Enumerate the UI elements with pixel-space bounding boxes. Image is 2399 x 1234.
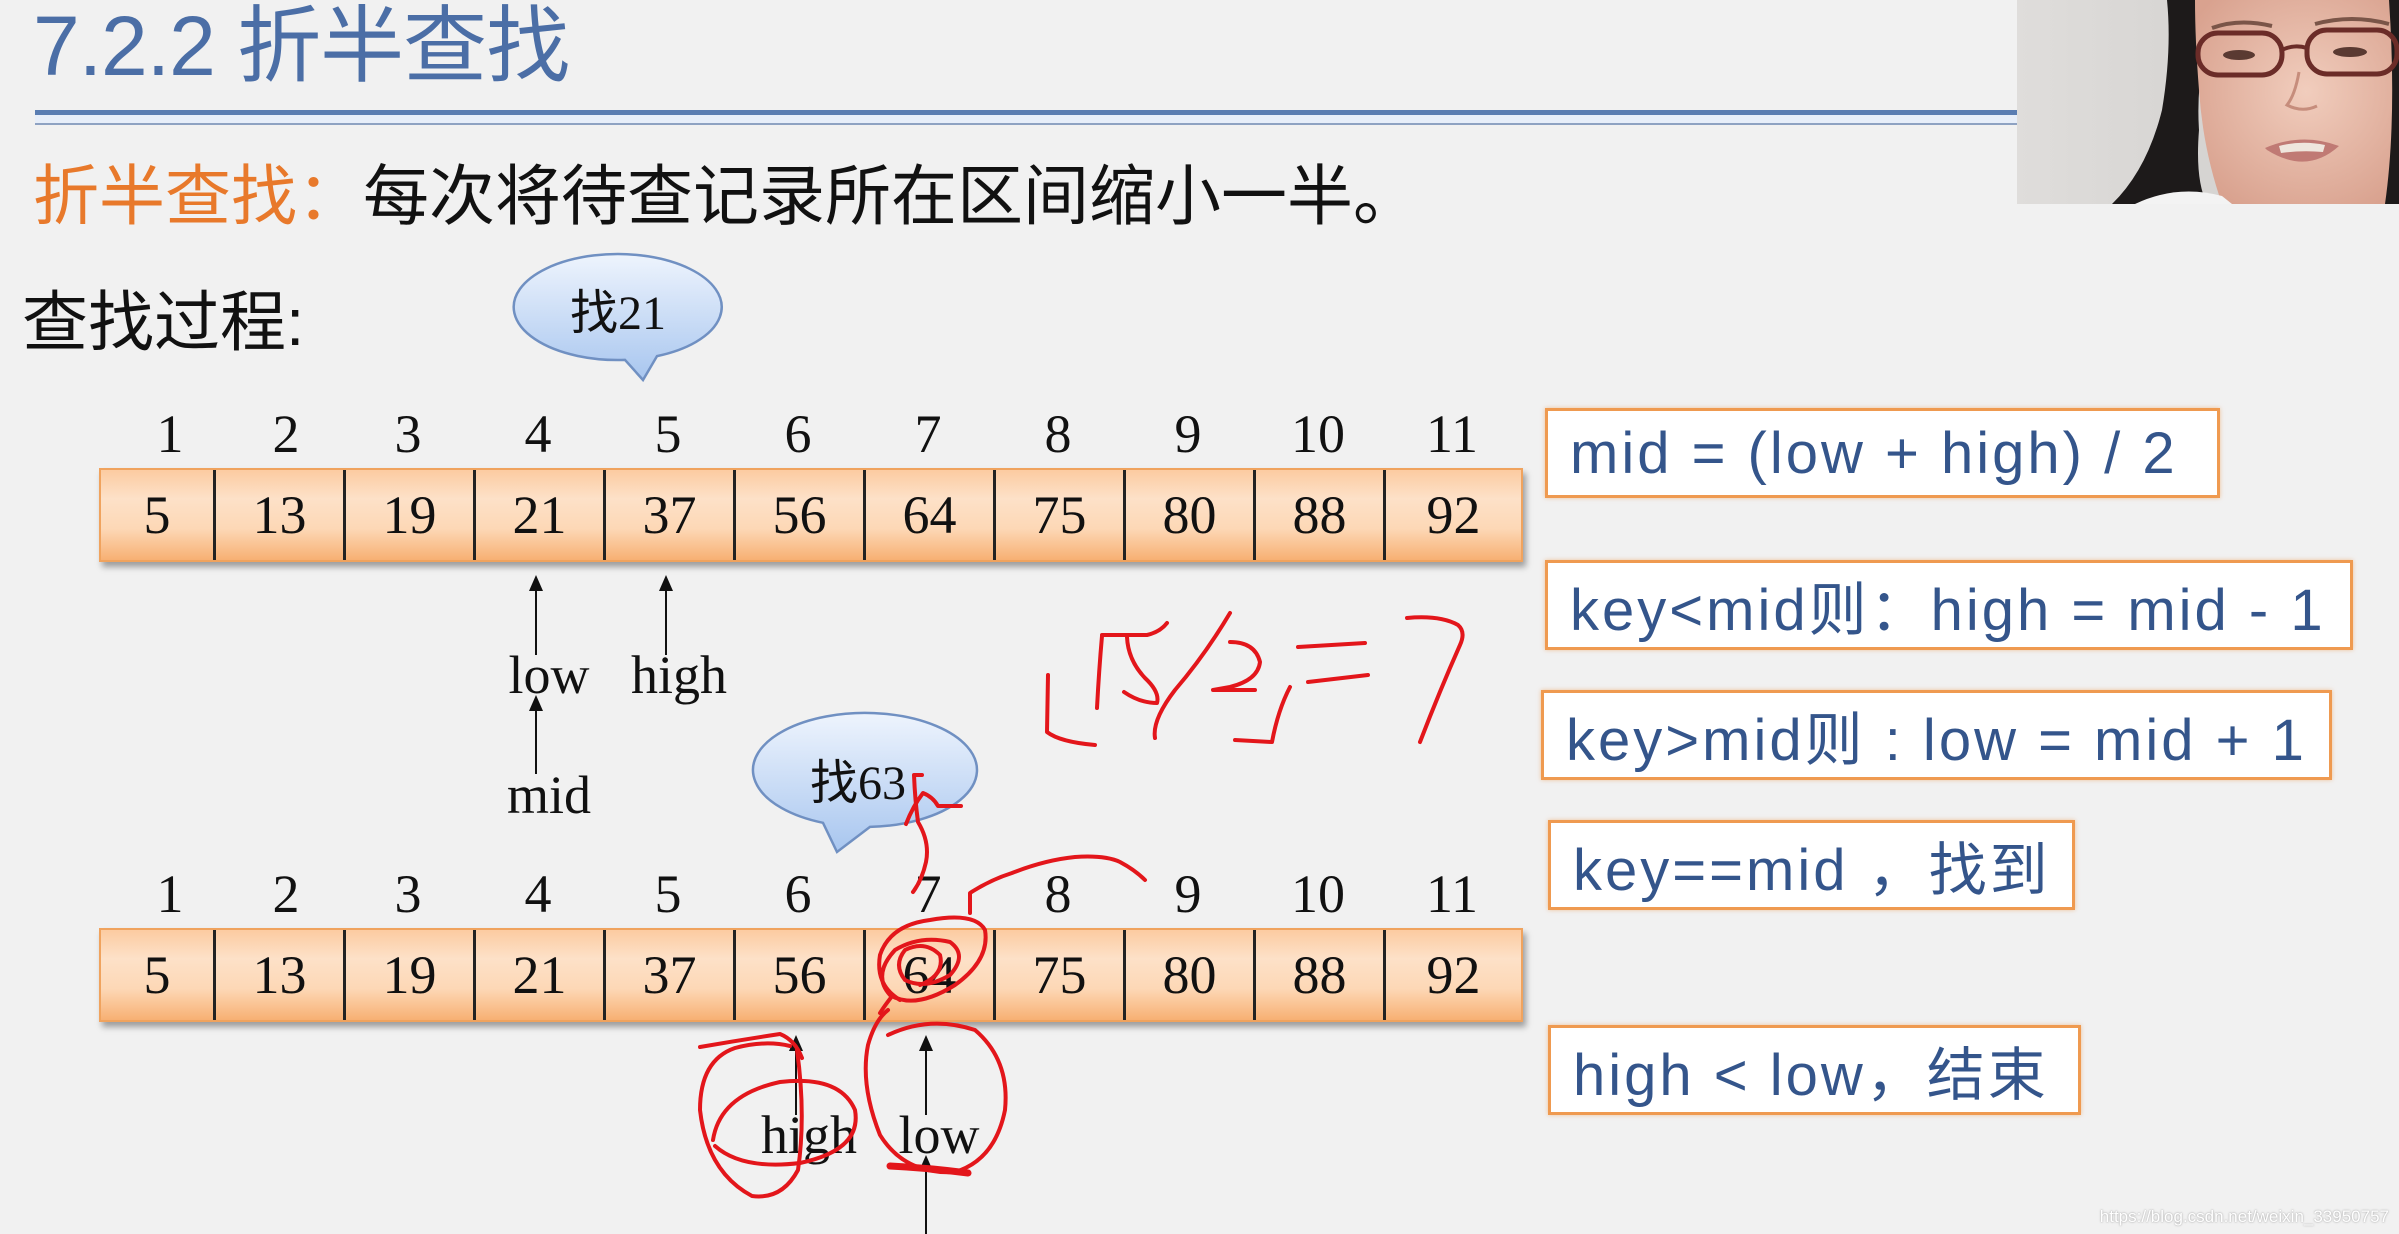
array-cell: 92 <box>1383 930 1521 1020</box>
array-search-2: 1 2 3 4 5 6 7 8 9 10 11 5 13 19 21 37 56 64 75 80 88 92 high… <box>99 864 1523 1234</box>
array-cell: 19 <box>343 470 473 560</box>
array-cell: 5 <box>143 485 171 545</box>
rule-key-greater-than-mid: key>mid则 : low = mid + 1 <box>1541 690 2332 780</box>
array-cells: 5 13 19 21 37 56 64 75 80 88 92 <box>99 468 1523 562</box>
array-cell: 37 <box>603 470 733 560</box>
array-cell: 75 <box>993 930 1123 1020</box>
pointer-label: mid <box>506 765 592 825</box>
index-label: 7 <box>914 404 942 464</box>
rule-mid-formula: mid = (low + high) / 2 <box>1545 408 2220 498</box>
lecture-slide: 7.2.2 折半查找 折半查找：每次将待查记录所在区间缩小一半。 查找过程: 找… <box>0 0 2399 1234</box>
title-divider-band <box>35 115 2017 123</box>
watermark-url: https://blog.csdn.net/weixin_33950757 <box>2099 1207 2389 1226</box>
title-divider-thin-line <box>35 123 2017 125</box>
rule-termination: high < low，结束 <box>1548 1025 2081 1115</box>
pointer-arrow-high <box>659 575 673 655</box>
index-label: 11 <box>1426 404 1478 464</box>
index-label: 5 <box>654 404 682 464</box>
index-label: 8 <box>1044 864 1072 924</box>
definition-term: 折半查找： <box>33 159 363 233</box>
array-cell: 92 <box>1383 470 1521 560</box>
pointer-arrow-low <box>919 1035 933 1115</box>
rule-key-equals-mid: key==mid ，找到 <box>1548 820 2075 910</box>
array-cell: 56 <box>733 470 863 560</box>
title-divider <box>35 110 2017 126</box>
slide-title: 7.2.2 折半查找 <box>33 0 570 93</box>
pointer-arrow-mid <box>529 695 543 774</box>
array-cell: 21 <box>473 930 603 1020</box>
index-label: 2 <box>272 864 300 924</box>
array-cell: 37 <box>603 930 733 1020</box>
webcam-feed <box>2017 0 2399 204</box>
index-label: 10 <box>1291 404 1345 464</box>
array-cell: 88 <box>1253 930 1383 1020</box>
index-label: 8 <box>1044 404 1072 464</box>
array-cell: 80 <box>1123 470 1253 560</box>
index-row: 1 2 3 4 5 6 7 8 9 10 11 <box>101 864 1521 924</box>
array-cell: 56 <box>733 930 863 1020</box>
index-label: 6 <box>784 864 812 924</box>
index-label: 11 <box>1426 864 1478 924</box>
array-cell: 13 <box>213 470 343 560</box>
array-cell: 64 <box>863 930 993 1020</box>
index-label: 3 <box>394 864 422 924</box>
pointer-arrow <box>919 1155 933 1234</box>
index-row: 1 2 3 4 5 6 7 8 9 10 11 <box>101 404 1521 464</box>
pointer-arrow-high <box>789 1035 803 1115</box>
index-label: 7 <box>914 864 942 924</box>
pointer-label: high <box>760 1105 858 1165</box>
bubble-text: 找21 <box>569 287 667 340</box>
array-cell: 88 <box>1253 470 1383 560</box>
array-cell: 13 <box>213 930 343 1020</box>
index-label: 5 <box>654 864 682 924</box>
array-cell: 80 <box>1123 930 1253 1020</box>
rule-key-less-than-mid: key<mid则：high = mid - 1 <box>1545 560 2353 650</box>
definition-line: 折半查找：每次将待查记录所在区间缩小一半。 <box>33 160 1419 232</box>
pointer-label: low <box>508 645 590 705</box>
index-label: 1 <box>156 404 184 464</box>
pointer-arrow-low <box>529 575 543 655</box>
index-label: 6 <box>784 404 812 464</box>
index-label: 1 <box>156 864 184 924</box>
process-label: 查找过程: <box>22 285 305 359</box>
index-label: 10 <box>1291 864 1345 924</box>
handwritten-formula: ⌊15/2⌋=7 <box>1045 611 1465 747</box>
array-cells: 5 13 19 21 37 56 64 75 80 88 92 <box>99 928 1523 1022</box>
pointer-label: low <box>898 1105 980 1165</box>
array-search-1: 1 2 3 4 5 6 7 8 9 10 11 5 13 19 21 37 56 64 75 80 88 92 low h… <box>99 404 1523 822</box>
lecturer-video-frame <box>2017 0 2399 204</box>
index-label: 9 <box>1174 404 1202 464</box>
array-cell: 75 <box>993 470 1123 560</box>
callout-bubble-search-1: 找21 <box>510 249 730 387</box>
index-label: 3 <box>394 404 422 464</box>
array-cell: 19 <box>343 930 473 1020</box>
index-label: 2 <box>272 404 300 464</box>
index-label: 4 <box>524 864 552 924</box>
array-cell: 5 <box>143 945 171 1005</box>
array-cell: 21 <box>473 470 603 560</box>
array-cell: 64 <box>863 470 993 560</box>
index-label: 9 <box>1174 864 1202 924</box>
pointer-label: high <box>630 645 728 705</box>
callout-bubble-search-2: 找63 <box>748 708 988 858</box>
index-label: 4 <box>524 404 552 464</box>
bubble-text: 找63 <box>809 757 907 810</box>
definition-text: 每次将待查记录所在区间缩小一半。 <box>363 159 1419 233</box>
